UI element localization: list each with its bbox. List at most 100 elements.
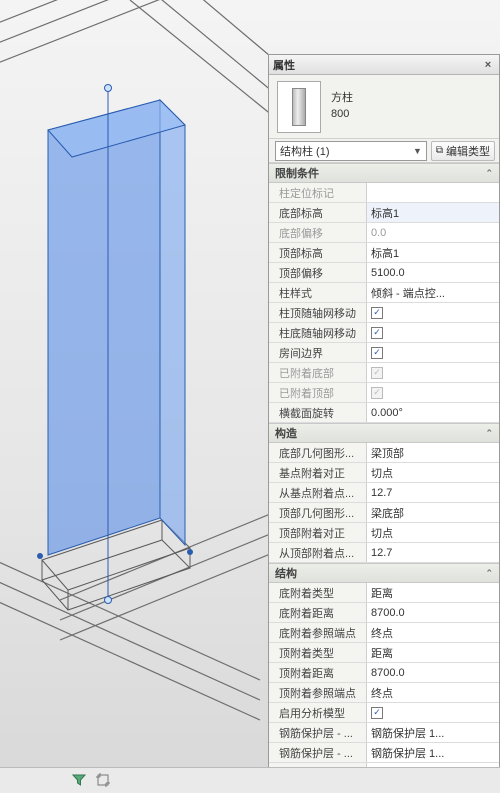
prop-value[interactable]: 12.7 bbox=[367, 483, 499, 502]
prop-value[interactable]: 钢筋保护层 1... bbox=[367, 743, 499, 762]
prop-label: 基点附着对正 bbox=[269, 463, 367, 482]
prop-label: 底部偏移 bbox=[269, 223, 367, 242]
edit-type-button[interactable]: ⧉ 编辑类型 bbox=[431, 141, 495, 161]
group-construction[interactable]: 构造 ⌃ bbox=[269, 423, 499, 443]
prop-label: 钢筋保护层 - ... bbox=[269, 743, 367, 762]
prop-row: 底部标高标高1 bbox=[269, 203, 499, 223]
type-selector[interactable]: 方柱 800 bbox=[269, 75, 499, 139]
prop-row: 已附着底部✓ bbox=[269, 363, 499, 383]
prop-row: 从基点附着点...12.7 bbox=[269, 483, 499, 503]
prop-row: 柱底随轴网移动 ✓ bbox=[269, 323, 499, 343]
prop-value[interactable]: 终点 bbox=[367, 623, 499, 642]
group-structure[interactable]: 结构 ⌃ bbox=[269, 563, 499, 583]
prop-value[interactable]: ✓ bbox=[367, 323, 499, 342]
prop-value[interactable]: 8700.0 bbox=[367, 663, 499, 682]
prop-row: 启用分析模型 ✓ bbox=[269, 703, 499, 723]
prop-label: 底部标高 bbox=[269, 203, 367, 222]
prop-label: 启用分析模型 bbox=[269, 703, 367, 722]
prop-value[interactable] bbox=[367, 183, 499, 202]
checkbox-checked[interactable]: ✓ bbox=[371, 707, 383, 719]
prop-label: 柱底随轴网移动 bbox=[269, 323, 367, 342]
close-icon[interactable]: × bbox=[481, 59, 495, 71]
group-constraints[interactable]: 限制条件 ⌃ bbox=[269, 163, 499, 183]
prop-value[interactable]: 0.0 bbox=[367, 223, 499, 242]
prop-row: 顶附着参照端点终点 bbox=[269, 683, 499, 703]
prop-row: 底部偏移0.0 bbox=[269, 223, 499, 243]
edit-type-icon: ⧉ bbox=[436, 145, 443, 156]
prop-row: 底附着参照端点终点 bbox=[269, 623, 499, 643]
prop-row: 顶部偏移5100.0 bbox=[269, 263, 499, 283]
prop-row: 已附着顶部✓ bbox=[269, 383, 499, 403]
prop-label: 房间边界 bbox=[269, 343, 367, 362]
prop-row: 顶部附着对正切点 bbox=[269, 523, 499, 543]
panel-title-text: 属性 bbox=[273, 57, 295, 73]
prop-value[interactable]: 切点 bbox=[367, 463, 499, 482]
prop-label: 顶部偏移 bbox=[269, 263, 367, 282]
prop-row: 底附着类型距离 bbox=[269, 583, 499, 603]
prop-label: 顶部标高 bbox=[269, 243, 367, 262]
prop-value[interactable]: 梁顶部 bbox=[367, 443, 499, 462]
prop-label: 底附着距离 bbox=[269, 603, 367, 622]
view-control-bar bbox=[0, 767, 500, 793]
prop-label: 底部几何图形... bbox=[269, 443, 367, 462]
prop-label: 底附着类型 bbox=[269, 583, 367, 602]
group-label: 构造 bbox=[275, 425, 297, 441]
prop-value[interactable]: 倾斜 - 端点控... bbox=[367, 283, 499, 302]
crop-icon[interactable] bbox=[94, 771, 112, 789]
prop-label: 顶附着参照端点 bbox=[269, 683, 367, 702]
prop-value[interactable]: ✓ bbox=[367, 703, 499, 722]
prop-value[interactable]: 0.000° bbox=[367, 403, 499, 422]
prop-label: 顶附着类型 bbox=[269, 643, 367, 662]
prop-value[interactable]: 12.7 bbox=[367, 543, 499, 562]
prop-label: 从基点附着点... bbox=[269, 483, 367, 502]
prop-label: 柱定位标记 bbox=[269, 183, 367, 202]
prop-row: 柱样式倾斜 - 端点控... bbox=[269, 283, 499, 303]
collapse-icon: ⌃ bbox=[485, 428, 493, 439]
prop-value[interactable]: 8700.0 bbox=[367, 603, 499, 622]
prop-row: 顶部几何图形...梁底部 bbox=[269, 503, 499, 523]
checkbox-checked[interactable]: ✓ bbox=[371, 307, 383, 319]
prop-label: 已附着顶部 bbox=[269, 383, 367, 402]
panel-titlebar: 属性 × bbox=[269, 55, 499, 75]
prop-row: 钢筋保护层 - ...钢筋保护层 1... bbox=[269, 723, 499, 743]
prop-label: 柱样式 bbox=[269, 283, 367, 302]
instance-selector[interactable]: 结构柱 (1) ▼ bbox=[275, 141, 427, 161]
prop-row: 房间边界 ✓ bbox=[269, 343, 499, 363]
prop-value[interactable]: 距离 bbox=[367, 583, 499, 602]
prop-value[interactable]: ✓ bbox=[367, 343, 499, 362]
prop-row: 底部几何图形...梁顶部 bbox=[269, 443, 499, 463]
prop-value[interactable]: 标高1 bbox=[367, 203, 499, 222]
checkbox-checked[interactable]: ✓ bbox=[371, 347, 383, 359]
prop-row: 柱定位标记 bbox=[269, 183, 499, 203]
prop-value: ✓ bbox=[367, 383, 499, 402]
prop-label: 从顶部附着点... bbox=[269, 543, 367, 562]
filter-icon[interactable] bbox=[70, 771, 88, 789]
prop-value[interactable]: 钢筋保护层 1... bbox=[367, 723, 499, 742]
type-text: 方柱 800 bbox=[331, 91, 353, 122]
checkbox-checked[interactable]: ✓ bbox=[371, 327, 383, 339]
group-label: 结构 bbox=[275, 565, 297, 581]
prop-value[interactable]: ✓ bbox=[367, 303, 499, 322]
prop-value[interactable]: 梁底部 bbox=[367, 503, 499, 522]
collapse-icon: ⌃ bbox=[485, 168, 493, 179]
prop-value: ✓ bbox=[367, 363, 499, 382]
type-thumbnail bbox=[277, 81, 321, 133]
prop-row: 顶部标高标高1 bbox=[269, 243, 499, 263]
prop-row: 基点附着对正切点 bbox=[269, 463, 499, 483]
properties-panel: 属性 × 方柱 800 结构柱 (1) ▼ ⧉ 编辑类型 限制条件 ⌃ 柱定位标… bbox=[268, 54, 500, 793]
prop-value[interactable]: 距离 bbox=[367, 643, 499, 662]
prop-row: 从顶部附着点...12.7 bbox=[269, 543, 499, 563]
prop-value[interactable]: 5100.0 bbox=[367, 263, 499, 282]
properties-list[interactable]: 限制条件 ⌃ 柱定位标记 底部标高标高1 底部偏移0.0 顶部标高标高1 顶部偏… bbox=[269, 163, 499, 792]
prop-label: 钢筋保护层 - ... bbox=[269, 723, 367, 742]
prop-row: 钢筋保护层 - ...钢筋保护层 1... bbox=[269, 743, 499, 763]
prop-value[interactable]: 标高1 bbox=[367, 243, 499, 262]
instance-selector-text: 结构柱 (1) bbox=[280, 143, 330, 159]
prop-value[interactable]: 切点 bbox=[367, 523, 499, 542]
prop-value[interactable]: 终点 bbox=[367, 683, 499, 702]
prop-row: 柱顶随轴网移动✓ bbox=[269, 303, 499, 323]
collapse-icon: ⌃ bbox=[485, 568, 493, 579]
type-family: 方柱 bbox=[331, 91, 353, 106]
prop-label: 顶部几何图形... bbox=[269, 503, 367, 522]
prop-label: 已附着底部 bbox=[269, 363, 367, 382]
